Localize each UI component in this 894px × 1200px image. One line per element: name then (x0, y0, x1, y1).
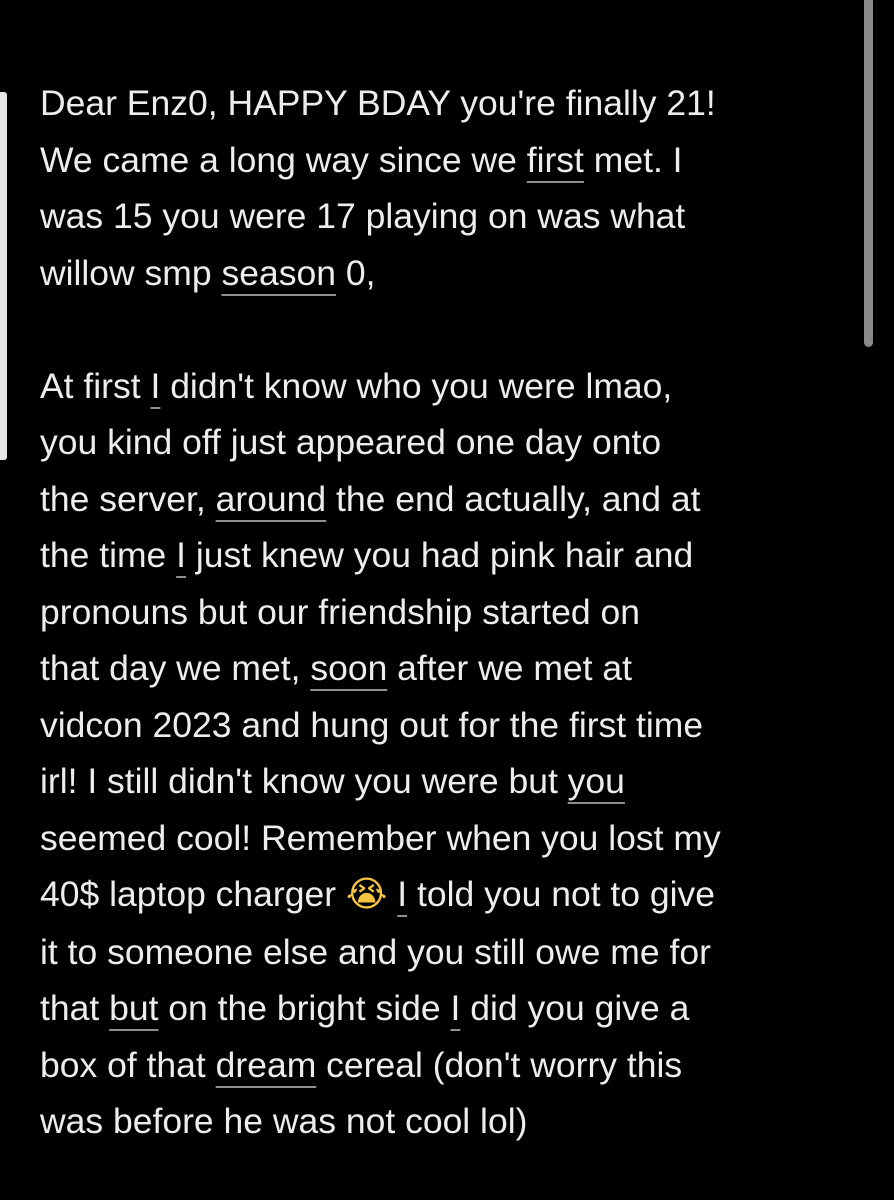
spellcheck-underlined-word[interactable]: dream (216, 1045, 317, 1085)
note-text-segment: was before he was not cool lol) (40, 1101, 528, 1141)
note-text-segment: you kind off just appeared one day onto (40, 422, 662, 462)
spellcheck-underlined-word[interactable]: I (176, 535, 186, 575)
note-text-segment: the end actually, and at (326, 478, 701, 519)
note-line: Dear Enz0, HAPPY BDAY you're finally 21! (40, 75, 870, 132)
note-line: was before he was not cool lol) (40, 1093, 870, 1150)
note-line: We came a long way since we first met. I (40, 132, 870, 189)
note-paragraph: Dear Enz0, HAPPY BDAY you're finally 21!… (40, 75, 870, 301)
loudly-crying-face-icon: 😭 (345, 874, 388, 915)
note-text-segment: that (40, 988, 110, 1028)
note-text-segment: seemed cool! Remember when you lost my (40, 817, 721, 858)
note-text-segment: was 15 you were 17 playing on was what (40, 196, 686, 236)
note-text-segment: willow smp (40, 252, 222, 293)
spellcheck-underlined-word[interactable]: soon (310, 648, 387, 688)
note-line: seemed cool! Remember when you lost my (40, 810, 870, 867)
spellcheck-underlined-word[interactable]: you (568, 761, 625, 801)
note-text-segment: pronouns but our friendship started on (40, 591, 640, 632)
note-text-segment: vidcon 2023 and hung out for the first t… (40, 704, 704, 745)
note-text-segment: told you not to give (407, 874, 716, 914)
note-line: vidcon 2023 and hung out for the first t… (40, 697, 870, 754)
note-text-segment: just knew you had pink hair and (186, 535, 694, 575)
note-text-segment: Dear Enz0, HAPPY BDAY you're finally 21! (40, 83, 716, 123)
note-line: you kind off just appeared one day onto (40, 414, 870, 471)
note-text-segment: did you give a (460, 988, 690, 1028)
spellcheck-underlined-word[interactable]: I (397, 874, 407, 914)
note-line: willow smp season 0, (40, 245, 870, 302)
note-text-segment: the time (40, 535, 177, 575)
note-line: the server, around the end actually, and… (40, 471, 870, 528)
note-text-segment: that day we met, (40, 648, 311, 688)
note-text-segment: irl! I still didn't know you were but (40, 761, 568, 801)
note-text-segment: met. I (583, 139, 683, 180)
note-text-segment: 0, (335, 252, 376, 293)
note-text-segment: didn't know who you were lmao, (160, 365, 673, 406)
note-text-segment: the server, (40, 478, 216, 519)
spellcheck-underlined-word[interactable]: around (216, 479, 327, 519)
note-line: was 15 you were 17 playing on was what (40, 188, 870, 245)
note-line: that but on the bright side I did you gi… (40, 980, 870, 1037)
spellcheck-underlined-word[interactable]: I (451, 988, 461, 1028)
spellcheck-underlined-word[interactable]: I (150, 366, 160, 406)
spellcheck-underlined-word[interactable]: but (109, 988, 158, 1028)
note-line: pronouns but our friendship started on (40, 584, 870, 641)
note-text-segment: it to someone else and you still owe me … (40, 931, 711, 972)
note-text-segment: At first (40, 365, 151, 406)
note-text-segment: 40$ laptop charger (40, 874, 346, 914)
text-cursor-handle[interactable] (0, 92, 7, 460)
note-screen: Dear Enz0, HAPPY BDAY you're finally 21!… (0, 0, 894, 1200)
spellcheck-underlined-word[interactable]: first (527, 140, 584, 180)
note-line: box of that dream cereal (don't worry th… (40, 1037, 870, 1094)
note-line: irl! I still didn't know you were but yo… (40, 753, 870, 810)
note-text-segment: We came a long way since we (40, 139, 527, 180)
note-line: At first I didn't know who you were lmao… (40, 358, 870, 415)
spellcheck-underlined-word[interactable]: season (221, 253, 335, 293)
note-line: that day we met, soon after we met at (40, 640, 870, 697)
note-text-segment: box of that (40, 1044, 216, 1085)
note-line: the time I just knew you had pink hair a… (40, 527, 870, 584)
note-text-segment (387, 874, 397, 914)
note-line: it to someone else and you still owe me … (40, 924, 870, 981)
note-text-segment: after we met at (387, 648, 632, 688)
note-text-area[interactable]: Dear Enz0, HAPPY BDAY you're finally 21!… (40, 75, 870, 1150)
note-paragraph: At first I didn't know who you were lmao… (40, 358, 870, 1150)
note-text-segment: on the bright side (158, 988, 451, 1028)
note-text-segment: cereal (don't worry this (316, 1044, 683, 1085)
note-line: 40$ laptop charger 😭 I told you not to g… (40, 866, 870, 924)
